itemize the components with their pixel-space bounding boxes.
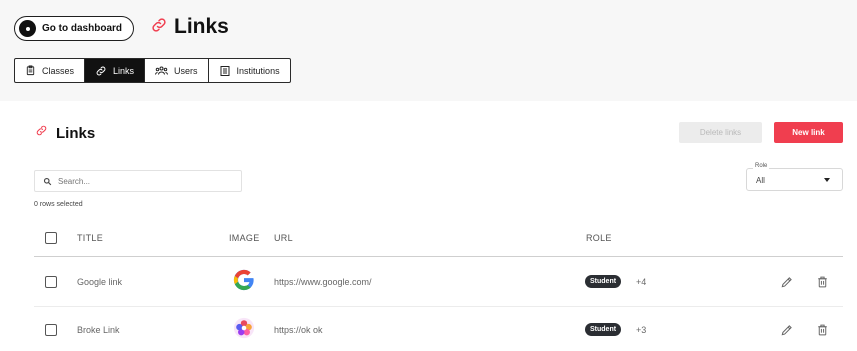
role-badge: Student (585, 323, 622, 336)
new-link-button[interactable]: New link (774, 122, 843, 143)
row-checkbox[interactable] (45, 276, 57, 288)
delete-button[interactable] (814, 274, 830, 290)
role-select-label: Role (753, 163, 770, 169)
row-title[interactable]: Google link (77, 277, 122, 287)
flower-logo-image (232, 316, 256, 340)
column-header-url[interactable]: URL (274, 233, 293, 243)
column-header-title[interactable]: TITLE (77, 233, 103, 243)
link-icon (96, 66, 106, 75)
role-extra-count: +4 (636, 277, 647, 287)
page-title-text: Links (174, 15, 229, 38)
trash-icon (817, 324, 827, 336)
row-divider (34, 306, 843, 307)
search-icon (43, 177, 52, 185)
search-field[interactable] (34, 170, 242, 192)
select-all-checkbox[interactable] (45, 232, 57, 244)
delete-links-button[interactable]: Delete links (679, 122, 762, 143)
edit-button[interactable] (779, 274, 795, 290)
search-input[interactable] (58, 176, 228, 186)
row-url[interactable]: https://ok ok (274, 325, 323, 335)
role-select[interactable]: Role All (746, 163, 843, 191)
chevron-down-icon (824, 178, 830, 182)
tab-links[interactable]: Links (85, 59, 146, 82)
header-divider (34, 256, 843, 257)
tab-users[interactable]: Users (145, 59, 209, 82)
column-header-role[interactable]: ROLE (586, 233, 612, 243)
link-icon (150, 16, 168, 39)
tab-label: Users (174, 65, 198, 76)
pencil-icon (781, 277, 792, 288)
column-header-image[interactable]: IMAGE (229, 233, 260, 243)
clipboard-icon (26, 65, 35, 76)
top-bar (0, 0, 857, 101)
users-icon (155, 66, 169, 75)
role-select-value: All (756, 176, 765, 185)
role-extra-count: +3 (636, 325, 647, 335)
building-icon (220, 65, 230, 76)
go-to-dashboard-button[interactable]: Go to dashboard (14, 16, 134, 41)
card-title: Links (35, 124, 95, 142)
dashboard-button-label: Go to dashboard (42, 23, 122, 34)
role-badge: Student (585, 275, 622, 288)
back-dot-icon (19, 20, 36, 37)
row-title[interactable]: Broke Link (77, 325, 120, 335)
pencil-icon (781, 325, 792, 336)
link-icon (35, 124, 48, 142)
page-title: Links (150, 15, 229, 39)
trash-icon (817, 276, 827, 288)
google-logo-image (232, 268, 256, 292)
section-tabs: Classes Links Users Institutions (14, 58, 291, 83)
delete-button[interactable] (814, 322, 830, 338)
card-title-text: Links (56, 124, 96, 142)
tab-classes[interactable]: Classes (15, 59, 86, 82)
tab-institutions[interactable]: Institutions (209, 59, 290, 82)
tab-label: Classes (42, 65, 75, 76)
row-checkbox[interactable] (45, 324, 57, 336)
edit-button[interactable] (779, 322, 795, 338)
row-url[interactable]: https://www.google.com/ (274, 277, 372, 287)
tab-label: Links (113, 65, 135, 76)
rows-selected-count: 0 rows selected (34, 201, 83, 208)
tab-label: Institutions (236, 65, 280, 76)
